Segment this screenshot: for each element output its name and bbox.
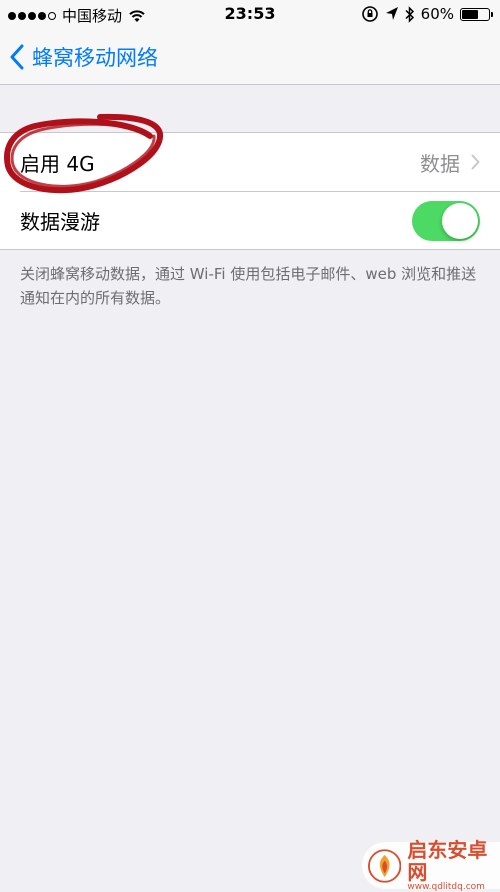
chevron-left-icon [10,44,24,70]
site-logo-icon [368,848,402,883]
location-icon [385,7,398,20]
enable-4g-row[interactable]: 启用 4G 数据 [0,133,500,191]
enable-4g-value: 数据 [420,151,460,176]
battery-icon [460,7,493,21]
data-roaming-label: 数据漫游 [20,209,100,234]
nav-bar: 蜂窝移动网络 [0,30,500,85]
settings-group: 启用 4G 数据 数据漫游 [0,132,500,250]
data-roaming-toggle[interactable] [412,201,480,241]
toggle-knob [442,203,478,239]
watermark: 启东安卓网 www.qdlitdq.com [362,837,500,892]
cellular-footnote: 关闭蜂窝移动数据，通过 Wi-Fi 使用包括电子邮件、web 浏览和推送通知在内… [20,265,477,307]
bluetooth-icon [405,5,414,23]
orientation-lock-icon [361,6,378,22]
enable-4g-label: 启用 4G [20,151,95,176]
status-bar: 中国移动 23:53 60% [0,0,500,30]
data-roaming-row: 数据漫游 [0,191,500,249]
back-button[interactable]: 蜂窝移动网络 [10,42,158,72]
watermark-url: www.qdlitdq.com [407,881,485,892]
chevron-right-icon [471,154,480,170]
battery-percent: 60% [420,5,454,23]
watermark-name: 启东安卓网 [407,837,488,884]
back-label: 蜂窝移动网络 [32,46,158,70]
status-right: 60% [361,5,493,23]
